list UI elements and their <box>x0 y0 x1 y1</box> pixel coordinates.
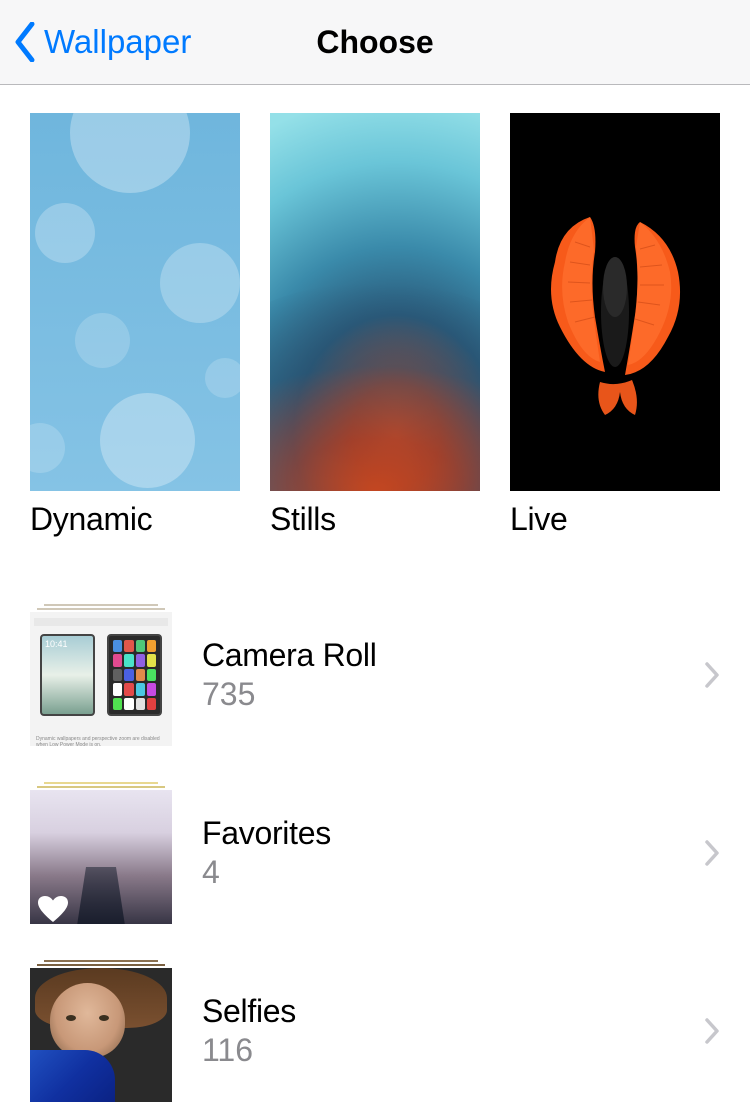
back-button[interactable]: Wallpaper <box>0 22 191 62</box>
album-title: Selfies <box>202 993 704 1030</box>
betta-fish-icon <box>540 187 690 417</box>
heart-icon <box>38 896 68 924</box>
category-dynamic-thumbnail <box>30 113 240 491</box>
album-info: Camera Roll 735 <box>172 637 704 713</box>
chevron-right-icon <box>704 661 720 689</box>
album-info: Selfies 116 <box>172 993 704 1069</box>
chevron-right-icon <box>704 1017 720 1045</box>
album-favorites-thumbnail <box>30 782 172 924</box>
category-dynamic-label: Dynamic <box>30 501 240 538</box>
wallpaper-categories: Dynamic Stills Live <box>0 85 750 538</box>
category-stills[interactable]: Stills <box>270 113 480 538</box>
album-selfies[interactable]: Selfies 116 <box>30 942 720 1120</box>
album-camera-roll-thumbnail: 10:41 Dynamic wallpapers and perspective… <box>30 604 172 746</box>
category-live-label: Live <box>510 501 720 538</box>
category-stills-thumbnail <box>270 113 480 491</box>
category-live-thumbnail <box>510 113 720 491</box>
category-dynamic[interactable]: Dynamic <box>30 113 240 538</box>
back-label: Wallpaper <box>44 23 191 61</box>
category-stills-label: Stills <box>270 501 480 538</box>
album-info: Favorites 4 <box>172 815 704 891</box>
chevron-left-icon <box>14 22 36 62</box>
album-count: 4 <box>202 854 704 891</box>
album-count: 735 <box>202 676 704 713</box>
page-title: Choose <box>316 24 433 61</box>
album-selfies-thumbnail <box>30 960 172 1102</box>
album-camera-roll[interactable]: 10:41 Dynamic wallpapers and perspective… <box>30 586 720 764</box>
album-count: 116 <box>202 1032 704 1069</box>
navigation-bar: Wallpaper Choose <box>0 0 750 85</box>
album-title: Camera Roll <box>202 637 704 674</box>
chevron-right-icon <box>704 839 720 867</box>
category-live[interactable]: Live <box>510 113 720 538</box>
album-list: 10:41 Dynamic wallpapers and perspective… <box>0 586 750 1120</box>
album-favorites[interactable]: Favorites 4 <box>30 764 720 942</box>
album-title: Favorites <box>202 815 704 852</box>
